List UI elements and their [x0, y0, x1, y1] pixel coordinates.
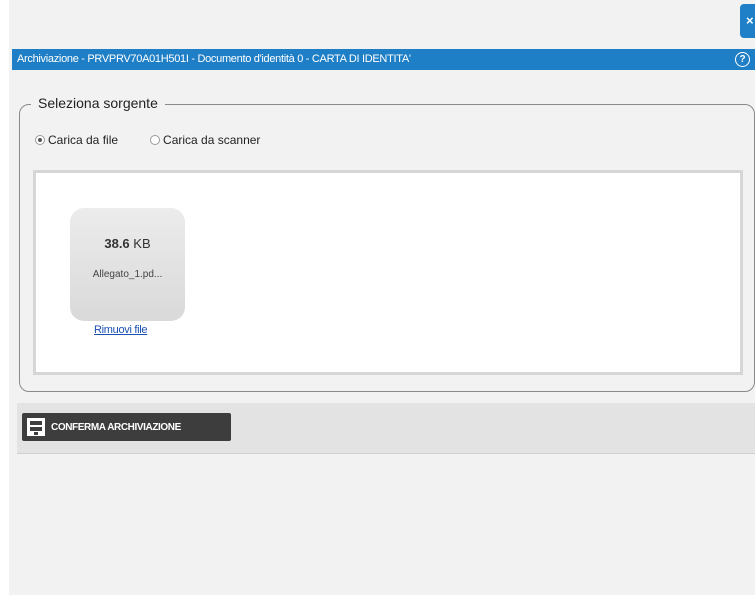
source-legend: Seleziona sorgente [31, 94, 165, 112]
radio-button-unchecked[interactable] [150, 135, 161, 145]
help-icon[interactable]: ? [735, 52, 750, 67]
radio-upload-file[interactable]: Carica da file [35, 133, 118, 147]
file-preview-card: 38.6 KB Allegato_1.pd... [70, 208, 185, 321]
close-icon: × [746, 13, 754, 28]
archive-icon [27, 418, 45, 436]
remove-file-link[interactable]: Rimuovi file [94, 324, 148, 336]
dialog-title: Archiviazione - PRVPRV70A01H501I - Docum… [17, 53, 411, 65]
confirm-archive-button[interactable]: CONFERMA ARCHIVIAZIONE [22, 413, 231, 441]
file-size-unit: KB [133, 236, 151, 251]
file-size-value: 38.6 [104, 236, 130, 251]
dialog-title-bar: Archiviazione - PRVPRV70A01H501I - Docum… [12, 49, 755, 70]
radio-upload-scanner[interactable]: Carica da scanner [150, 133, 260, 147]
radio-upload-scanner-label: Carica da scanner [163, 133, 261, 147]
file-size: 38.6 KB [70, 236, 185, 251]
radio-button-checked[interactable] [35, 135, 45, 145]
confirm-archive-label: CONFERMA ARCHIVIAZIONE [51, 421, 181, 433]
radio-upload-file-label: Carica da file [48, 133, 119, 147]
file-name: Allegato_1.pd... [92, 269, 163, 280]
close-button[interactable]: × [740, 4, 755, 38]
source-radio-group: Carica da file Carica da scanner [35, 133, 292, 147]
